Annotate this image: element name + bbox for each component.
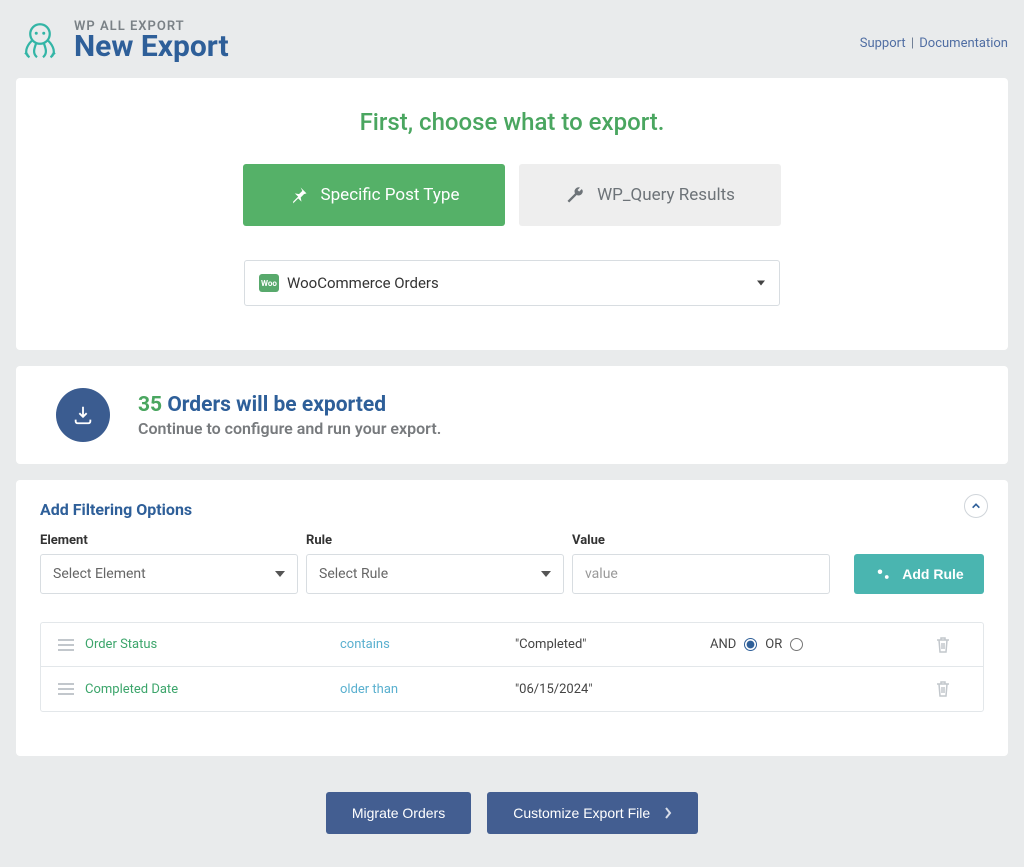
value-input[interactable]: value [572, 554, 830, 594]
support-link[interactable]: Support [860, 36, 906, 51]
top-links: Support | Documentation [860, 16, 1008, 51]
status-count: 35 [138, 393, 162, 417]
rule-label: Rule [306, 533, 564, 548]
rule-value: "06/15/2024" [515, 682, 710, 697]
choose-export-panel: First, choose what to export. Specific P… [16, 78, 1008, 350]
trash-icon [935, 636, 951, 654]
rules-list: Order Status contains "Completed" AND OR… [40, 622, 984, 712]
page-title: New Export [74, 32, 229, 62]
logic-or-radio[interactable] [790, 638, 803, 651]
rule-operator: contains [340, 637, 515, 652]
trash-icon [935, 680, 951, 698]
status-title: 35 Orders will be exported [138, 393, 441, 417]
caret-down-icon [757, 281, 765, 286]
rule-value: "Completed" [515, 637, 710, 652]
chevron-up-icon [971, 501, 981, 511]
export-status-panel: 35 Orders will be exported Continue to c… [16, 366, 1008, 464]
bottom-actions: Migrate Orders Customize Export File [0, 772, 1024, 844]
rule-element: Order Status [85, 637, 340, 652]
download-circle-icon [56, 388, 110, 442]
rule-row: Completed Date older than "06/15/2024" [41, 667, 983, 711]
filter-panel: Add Filtering Options Element Select Ele… [16, 480, 1008, 756]
rule-select[interactable]: Select Rule [306, 554, 564, 594]
drag-handle-icon[interactable] [47, 682, 85, 696]
rule-element: Completed Date [85, 682, 340, 697]
logic-and-radio[interactable] [744, 638, 757, 651]
element-label: Element [40, 533, 298, 548]
woo-badge-icon: Woo [259, 274, 279, 292]
rule-row: Order Status contains "Completed" AND OR [41, 623, 983, 667]
tab-wpquery-results[interactable]: WP_Query Results [519, 164, 781, 226]
value-label: Value [572, 533, 830, 548]
customize-export-button[interactable]: Customize Export File [487, 792, 698, 834]
chevron-right-icon [664, 807, 672, 819]
documentation-link[interactable]: Documentation [919, 36, 1008, 51]
collapse-button[interactable] [964, 494, 988, 518]
element-select[interactable]: Select Element [40, 554, 298, 594]
filter-heading: Add Filtering Options [40, 500, 984, 519]
delete-rule-button[interactable] [913, 680, 973, 698]
rule-operator: older than [340, 682, 515, 697]
post-type-value: WooCommerce Orders [287, 274, 439, 292]
post-type-select[interactable]: Woo WooCommerce Orders [244, 260, 780, 306]
tab-specific-post-type[interactable]: Specific Post Type [243, 164, 505, 226]
octopus-logo-icon [16, 16, 64, 64]
status-subtitle: Continue to configure and run your expor… [138, 419, 441, 438]
choose-heading: First, choose what to export. [40, 108, 984, 136]
brand: WP ALL EXPORT New Export [16, 16, 229, 64]
add-rule-button[interactable]: Add Rule [854, 554, 984, 594]
migrate-orders-button[interactable]: Migrate Orders [326, 792, 471, 834]
pin-icon [289, 185, 309, 205]
rule-logic: AND OR [710, 637, 913, 652]
delete-rule-button[interactable] [913, 636, 973, 654]
gears-icon [874, 565, 892, 583]
drag-handle-icon[interactable] [47, 638, 85, 652]
wrench-icon [565, 185, 585, 205]
